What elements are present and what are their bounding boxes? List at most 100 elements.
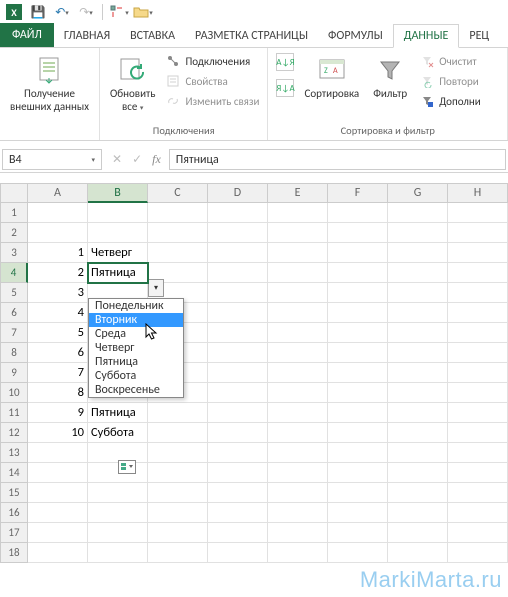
cell-D7[interactable] <box>208 323 268 343</box>
cell-G3[interactable] <box>388 243 448 263</box>
dropdown-item-3[interactable]: Четверг <box>89 341 183 355</box>
row-header-6[interactable]: 6 <box>0 303 28 323</box>
tab-review[interactable]: РЕЦ <box>459 25 499 47</box>
cell-E11[interactable] <box>268 403 328 423</box>
worksheet[interactable]: ABCDEFGH1231Четверг42Пятница5364758697Ср… <box>0 183 508 563</box>
cell-H9[interactable] <box>448 363 508 383</box>
cell-C1[interactable] <box>148 203 208 223</box>
clear-filter-button[interactable]: Очистит <box>417 52 483 70</box>
row-header-12[interactable]: 12 <box>0 423 28 443</box>
cell-F13[interactable] <box>328 443 388 463</box>
cell-G4[interactable] <box>388 263 448 283</box>
cell-C3[interactable] <box>148 243 208 263</box>
cell-F2[interactable] <box>328 223 388 243</box>
cell-D16[interactable] <box>208 503 268 523</box>
cell-E1[interactable] <box>268 203 328 223</box>
row-header-14[interactable]: 14 <box>0 463 28 483</box>
cell-D8[interactable] <box>208 343 268 363</box>
reapply-button[interactable]: Повтори <box>417 72 483 90</box>
edit-links-button[interactable]: Изменить связи <box>163 92 261 110</box>
cell-G5[interactable] <box>388 283 448 303</box>
autofill-options-icon[interactable] <box>118 460 136 474</box>
cell-E10[interactable] <box>268 383 328 403</box>
row-header-18[interactable]: 18 <box>0 543 28 563</box>
cell-D14[interactable] <box>208 463 268 483</box>
tab-formulas[interactable]: ФОРМУЛЫ <box>318 25 393 47</box>
touch-mode-icon[interactable]: ▾ <box>109 2 129 22</box>
cell-A1[interactable] <box>28 203 88 223</box>
cell-G2[interactable] <box>388 223 448 243</box>
cell-D3[interactable] <box>208 243 268 263</box>
row-header-4[interactable]: 4 <box>0 263 28 283</box>
col-header-B[interactable]: B <box>88 183 148 203</box>
dropdown-item-4[interactable]: Пятница <box>89 355 183 369</box>
cell-C17[interactable] <box>148 523 208 543</box>
cell-C13[interactable] <box>148 443 208 463</box>
cell-E6[interactable] <box>268 303 328 323</box>
cell-E9[interactable] <box>268 363 328 383</box>
cell-A9[interactable]: 7 <box>28 363 88 383</box>
col-header-H[interactable]: H <box>448 183 508 203</box>
cell-F16[interactable] <box>328 503 388 523</box>
cell-F6[interactable] <box>328 303 388 323</box>
row-header-17[interactable]: 17 <box>0 523 28 543</box>
cell-E16[interactable] <box>268 503 328 523</box>
filter-button[interactable]: Фильтр <box>367 52 413 103</box>
cell-A15[interactable] <box>28 483 88 503</box>
cell-H8[interactable] <box>448 343 508 363</box>
dropdown-item-1[interactable]: Вторник <box>89 313 183 327</box>
cell-C12[interactable] <box>148 423 208 443</box>
cell-E4[interactable] <box>268 263 328 283</box>
row-header-5[interactable]: 5 <box>0 283 28 303</box>
cell-A18[interactable] <box>28 543 88 563</box>
cell-H11[interactable] <box>448 403 508 423</box>
cell-B11[interactable]: Пятница <box>88 403 148 423</box>
cell-F7[interactable] <box>328 323 388 343</box>
row-header-1[interactable]: 1 <box>0 203 28 223</box>
fx-icon[interactable]: fx <box>152 152 161 167</box>
cell-F9[interactable] <box>328 363 388 383</box>
row-header-10[interactable]: 10 <box>0 383 28 403</box>
cell-A10[interactable]: 8 <box>28 383 88 403</box>
cell-A8[interactable]: 6 <box>28 343 88 363</box>
cell-G1[interactable] <box>388 203 448 223</box>
cell-D15[interactable] <box>208 483 268 503</box>
undo-icon[interactable]: ↶▾ <box>52 2 72 22</box>
cell-A6[interactable]: 4 <box>28 303 88 323</box>
cell-C14[interactable] <box>148 463 208 483</box>
row-header-2[interactable]: 2 <box>0 223 28 243</box>
row-header-15[interactable]: 15 <box>0 483 28 503</box>
cell-G17[interactable] <box>388 523 448 543</box>
name-box[interactable]: B4 ▾ <box>2 149 102 170</box>
dropdown-item-0[interactable]: Понедельник <box>89 299 183 313</box>
cell-G6[interactable] <box>388 303 448 323</box>
cell-A14[interactable] <box>28 463 88 483</box>
cell-H15[interactable] <box>448 483 508 503</box>
cell-D12[interactable] <box>208 423 268 443</box>
enter-icon[interactable]: ✓ <box>132 152 142 167</box>
cell-H13[interactable] <box>448 443 508 463</box>
select-all-corner[interactable] <box>0 183 28 203</box>
cell-B3[interactable]: Четверг <box>88 243 148 263</box>
row-header-7[interactable]: 7 <box>0 323 28 343</box>
cell-G12[interactable] <box>388 423 448 443</box>
cell-D18[interactable] <box>208 543 268 563</box>
cell-E8[interactable] <box>268 343 328 363</box>
cell-A7[interactable]: 5 <box>28 323 88 343</box>
cell-H14[interactable] <box>448 463 508 483</box>
cancel-icon[interactable]: ✕ <box>112 152 122 167</box>
connections-button[interactable]: Подключения <box>163 52 261 70</box>
cell-H12[interactable] <box>448 423 508 443</box>
dropdown-item-2[interactable]: Среда <box>89 327 183 341</box>
tab-home[interactable]: ГЛАВНАЯ <box>54 25 120 47</box>
sort-button[interactable]: ZA Сортировка <box>300 52 363 103</box>
save-icon[interactable]: 💾 <box>28 2 48 22</box>
cell-E18[interactable] <box>268 543 328 563</box>
cell-E3[interactable] <box>268 243 328 263</box>
get-external-data-button[interactable]: Получение внешних данных <box>6 52 93 115</box>
cell-E17[interactable] <box>268 523 328 543</box>
cell-E14[interactable] <box>268 463 328 483</box>
cell-A16[interactable] <box>28 503 88 523</box>
cell-A12[interactable]: 10 <box>28 423 88 443</box>
formula-input[interactable]: Пятница <box>169 149 506 170</box>
